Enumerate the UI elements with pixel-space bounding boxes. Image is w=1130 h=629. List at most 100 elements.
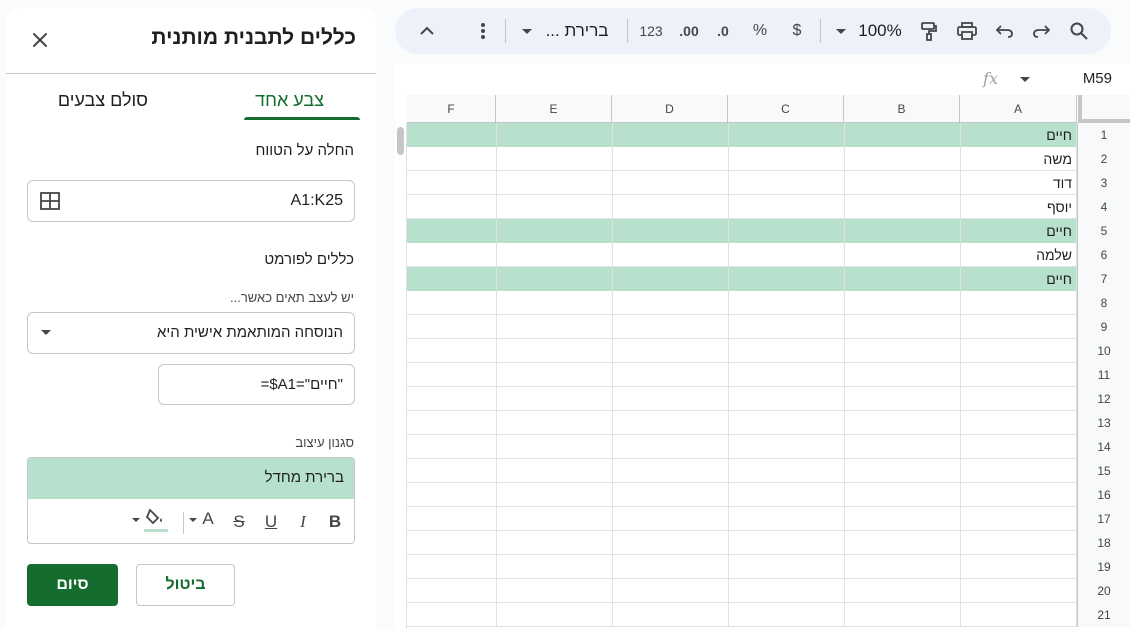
decrease-decimal-button[interactable]: .0 — [711, 19, 735, 43]
row-header-4[interactable]: 4 — [1077, 195, 1130, 219]
row-cells[interactable] — [407, 363, 1077, 387]
column-header-e[interactable]: E — [496, 95, 612, 123]
row-header-1[interactable]: 1 — [1077, 123, 1130, 147]
redo-icon[interactable] — [1029, 19, 1053, 43]
row-cells[interactable] — [407, 315, 1077, 339]
cancel-button[interactable]: ביטול — [136, 564, 235, 606]
undo-icon[interactable] — [993, 19, 1017, 43]
more-vert-icon[interactable] — [471, 19, 495, 43]
chevron-down-icon[interactable] — [521, 19, 533, 43]
row-cells[interactable] — [407, 411, 1077, 435]
condition-dropdown[interactable]: הנוסחה המותאמת אישית היא — [27, 312, 355, 354]
number-format-button[interactable]: 123 — [637, 19, 665, 43]
row-cells[interactable]: חיים — [407, 219, 1077, 243]
tab-single-color[interactable]: צבע אחד — [255, 90, 324, 111]
style-preview[interactable]: ברירת מחדל — [28, 458, 354, 499]
row-cells[interactable] — [407, 483, 1077, 507]
row-header-9[interactable]: 9 — [1077, 315, 1130, 339]
cell-a1[interactable]: חיים — [960, 123, 1076, 147]
row-cells[interactable] — [407, 459, 1077, 483]
row-header-5[interactable]: 5 — [1077, 219, 1130, 243]
cell-a11[interactable] — [960, 363, 1076, 387]
chevron-down-icon[interactable] — [835, 19, 847, 43]
cell-a4[interactable]: יוסף — [960, 195, 1076, 219]
row-header-6[interactable]: 6 — [1077, 243, 1130, 267]
cell-a20[interactable] — [960, 579, 1076, 603]
row-cells[interactable] — [407, 555, 1077, 579]
cell-a3[interactable]: דוד — [960, 171, 1076, 195]
cell-a16[interactable] — [960, 483, 1076, 507]
row-cells[interactable] — [407, 603, 1077, 627]
row-cells[interactable]: משה — [407, 147, 1077, 171]
row-header-19[interactable]: 19 — [1077, 555, 1130, 579]
row-header-18[interactable]: 18 — [1077, 531, 1130, 555]
currency-button[interactable]: $ — [787, 19, 807, 43]
print-icon[interactable] — [955, 19, 979, 43]
increase-decimal-button[interactable]: .00 — [675, 19, 703, 43]
column-header-b[interactable]: B — [844, 95, 960, 123]
cell-a2[interactable]: משה — [960, 147, 1076, 171]
column-header-c[interactable]: C — [728, 95, 844, 123]
cell-a8[interactable] — [960, 291, 1076, 315]
column-header-f[interactable]: F — [407, 95, 496, 123]
row-header-12[interactable]: 12 — [1077, 387, 1130, 411]
cell-a5[interactable]: חיים — [960, 219, 1076, 243]
cell-a9[interactable] — [960, 315, 1076, 339]
cell-a14[interactable] — [960, 435, 1076, 459]
row-header-20[interactable]: 20 — [1077, 579, 1130, 603]
scrollbar-thumb[interactable] — [397, 127, 404, 155]
cell-a10[interactable] — [960, 339, 1076, 363]
text-color-button[interactable]: A — [197, 508, 219, 530]
row-header-2[interactable]: 2 — [1077, 147, 1130, 171]
cell-a7[interactable]: חיים — [960, 267, 1076, 291]
row-header-3[interactable]: 3 — [1077, 171, 1130, 195]
row-header-7[interactable]: 7 — [1077, 267, 1130, 291]
row-header-8[interactable]: 8 — [1077, 291, 1130, 315]
vertical-scrollbar[interactable] — [395, 123, 407, 629]
zoom-dropdown[interactable]: 100% — [857, 19, 903, 43]
row-cells[interactable]: דוד — [407, 171, 1077, 195]
cell-a13[interactable] — [960, 411, 1076, 435]
row-header-16[interactable]: 16 — [1077, 483, 1130, 507]
row-cells[interactable] — [407, 579, 1077, 603]
tab-color-scale[interactable]: סולם צבעים — [58, 90, 148, 111]
row-cells[interactable]: שלמה — [407, 243, 1077, 267]
cell-a18[interactable] — [960, 531, 1076, 555]
cell-a21[interactable] — [960, 603, 1076, 627]
chevron-up-icon[interactable] — [415, 19, 439, 43]
row-header-14[interactable]: 14 — [1077, 435, 1130, 459]
chevron-down-icon[interactable] — [1020, 77, 1030, 82]
column-header-a[interactable]: A — [960, 95, 1077, 123]
row-cells[interactable]: חיים — [407, 123, 1077, 147]
cell-a6[interactable]: שלמה — [960, 243, 1076, 267]
chevron-down-icon[interactable] — [132, 518, 140, 522]
row-cells[interactable] — [407, 435, 1077, 459]
row-cells[interactable]: חיים — [407, 267, 1077, 291]
row-cells[interactable]: יוסף — [407, 195, 1077, 219]
row-header-21[interactable]: 21 — [1077, 603, 1130, 627]
chevron-down-icon[interactable] — [189, 518, 197, 522]
row-header-15[interactable]: 15 — [1077, 459, 1130, 483]
italic-button[interactable]: I — [292, 511, 314, 533]
cell-a12[interactable] — [960, 387, 1076, 411]
name-box[interactable]: M59 — [1083, 70, 1112, 87]
done-button[interactable]: סיום — [27, 564, 118, 606]
cell-a15[interactable] — [960, 459, 1076, 483]
fill-color-icon[interactable] — [144, 506, 168, 534]
row-header-11[interactable]: 11 — [1077, 363, 1130, 387]
row-header-13[interactable]: 13 — [1077, 411, 1130, 435]
column-header-d[interactable]: D — [612, 95, 728, 123]
strikethrough-button[interactable]: S — [228, 511, 250, 533]
custom-formula-input[interactable]: =$A1="חיים" — [158, 364, 355, 405]
paint-format-icon[interactable] — [917, 19, 941, 43]
row-cells[interactable] — [407, 291, 1077, 315]
cell-a17[interactable] — [960, 507, 1076, 531]
select-range-icon[interactable] — [40, 192, 60, 215]
row-cells[interactable] — [407, 531, 1077, 555]
bold-button[interactable]: B — [324, 511, 346, 533]
range-input[interactable]: A1:K25 — [27, 180, 355, 222]
close-icon[interactable] — [28, 28, 52, 52]
row-cells[interactable] — [407, 507, 1077, 531]
percent-button[interactable]: % — [750, 19, 770, 43]
row-header-10[interactable]: 10 — [1077, 339, 1130, 363]
